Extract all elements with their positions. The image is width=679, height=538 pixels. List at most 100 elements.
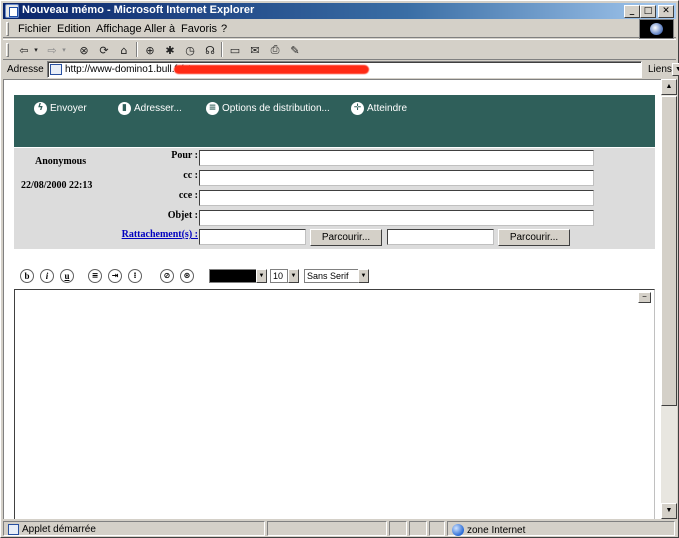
underline-button[interactable]: u [60,269,74,283]
menu-edition[interactable]: Edition [57,23,91,35]
stop-icon[interactable]: ⊗ [75,42,93,58]
link-icon[interactable]: ⊛ [180,269,194,283]
address-book-icon: ▮ [118,101,131,115]
fullscreen-icon[interactable]: ▭ [226,42,244,58]
to-label: Pour : [171,150,198,161]
address-action[interactable]: ▮ Adresser... [118,101,182,115]
lightning-icon: ϟ [34,101,47,115]
ie-page-icon [5,4,19,18]
window-title: Nouveau mémo - Microsoft Internet Explor… [22,4,255,16]
attach-icon[interactable]: ⊘ [160,269,174,283]
to-field[interactable] [199,150,594,166]
address-label: Adresse [7,64,44,75]
delivery-options-label: Options de distribution... [222,102,330,114]
page-content: ϟ Envoyer ▮ Adresser... ≡ Options de dis… [3,79,662,519]
memo-header: Anonymous 22/08/2000 22:13 Pour : cc : c… [14,148,655,249]
browse-button-1[interactable]: Parcourir... [310,229,382,246]
bold-button[interactable]: b [20,269,34,283]
send-action[interactable]: ϟ Envoyer [34,101,87,115]
home-icon[interactable]: ⌂ [115,42,133,58]
italic-button[interactable]: i [40,269,54,283]
menu-grip [6,22,9,36]
align-left-icon[interactable]: ≡ [88,269,102,283]
address-label-action: Adresser... [134,102,182,114]
address-url: http://www-domino1.bull.fr/st [65,64,192,75]
action-bar: ϟ Envoyer ▮ Adresser... ≡ Options de dis… [14,95,655,147]
menu-affichage[interactable]: Affichage [96,23,142,35]
zone-text: zone Internet [467,524,526,536]
subject-label: Objet : [167,210,198,221]
minimize-button[interactable]: _ [624,5,640,18]
scroll-down-icon[interactable]: ▼ [661,503,677,519]
toolbar-separator [221,42,223,57]
attachment-file-2[interactable] [387,229,494,245]
ie-logo-icon [639,19,674,39]
search-icon[interactable]: ⊕ [141,42,159,58]
scroll-thumb[interactable] [661,96,677,406]
maximize-button[interactable]: □ [640,5,656,18]
address-bar: Adresse http://www-domino1.bull.fr/st ▼ … [3,61,679,78]
list-icon: ≡ [206,101,219,115]
bcc-field[interactable] [199,190,594,206]
cc-field[interactable] [199,170,594,186]
links-button[interactable]: Liens [648,64,672,75]
globe-icon [452,524,464,536]
text-color-picker[interactable] [209,269,257,283]
menu-fichier[interactable]: Fichier [18,23,51,35]
sender-name: Anonymous [35,156,87,167]
attachment-file-1[interactable] [199,229,306,245]
refresh-icon[interactable]: ⟳ [95,42,113,58]
bullet-list-icon[interactable]: ⁝ [128,269,142,283]
size-dropdown-icon[interactable]: ▼ [288,269,299,283]
attachments-link[interactable]: Rattachement(s) : [122,229,198,240]
delivery-options-action[interactable]: ≡ Options de distribution... [206,101,330,115]
menu-bar: Fichier Edition Affichage Aller à Favori… [3,20,676,38]
toolbar-grip [6,43,9,57]
cc-label: cc : [183,170,198,181]
status-bar: Applet démarrée zone Internet [3,520,676,537]
editor-collapse-icon[interactable]: − [638,292,651,303]
print-icon[interactable]: ⎙ [266,42,284,58]
subject-field[interactable] [199,210,594,226]
status-panel-small [389,521,407,536]
forward-dropdown-icon[interactable]: ▾ [59,42,69,58]
menu-help[interactable]: ? [221,23,227,35]
font-family-select[interactable]: Sans Serif [304,269,359,283]
vertical-scrollbar[interactable]: ▲ ▼ [661,79,677,519]
menu-aller-a[interactable]: Aller à [144,23,175,35]
message-body-editor[interactable]: − [14,289,655,519]
back-dropdown-icon[interactable]: ▾ [31,42,41,58]
color-dropdown-icon[interactable]: ▼ [256,269,267,283]
font-dropdown-icon[interactable]: ▼ [358,269,369,283]
close-button[interactable]: ✕ [658,5,674,18]
status-panel-small [429,521,445,536]
title-bar: Nouveau mémo - Microsoft Internet Explor… [3,3,676,19]
channels-icon[interactable]: ☊ [201,42,219,58]
goto-action[interactable]: ✛ Atteindre [351,101,407,115]
menu-favoris[interactable]: Favoris [181,23,217,35]
address-input[interactable]: http://www-domino1.bull.fr/st ▼ [47,61,679,78]
formatting-bar: b i u ≡ ⇥ ⁝ ⊘ ⊛ ▼ 10 ▼ Sans Serif ▼ [14,267,655,287]
status-panel: Applet démarrée [3,521,265,536]
redaction-mark [174,65,369,74]
page-icon [50,64,62,75]
indent-icon[interactable]: ⇥ [108,269,122,283]
status-panel-small [409,521,427,536]
scroll-up-icon[interactable]: ▲ [661,79,677,95]
zone-panel: zone Internet [447,521,675,536]
favorites-icon[interactable]: ✱ [161,42,179,58]
browse-button-2[interactable]: Parcourir... [498,229,570,246]
history-icon[interactable]: ◷ [181,42,199,58]
status-progress-panel [267,521,387,536]
applet-icon [8,524,19,535]
toolbar-separator [136,42,138,57]
browser-window: Nouveau mémo - Microsoft Internet Explor… [0,0,679,538]
mail-icon[interactable]: ✉ [246,42,264,58]
edit-icon[interactable]: ✎ [286,42,304,58]
status-text: Applet démarrée [22,524,96,535]
address-dropdown-icon[interactable]: ▼ [672,63,679,76]
memo-datetime: 22/08/2000 22:13 [21,180,93,191]
bcc-label: cce : [178,190,198,201]
font-size-select[interactable]: 10 [270,269,288,283]
standard-toolbar: ⇦ ▾ ⇨ ▾ ⊗ ⟳ ⌂ ⊕ ✱ ◷ ☊ ▭ ✉ ⎙ ✎ [3,39,676,60]
